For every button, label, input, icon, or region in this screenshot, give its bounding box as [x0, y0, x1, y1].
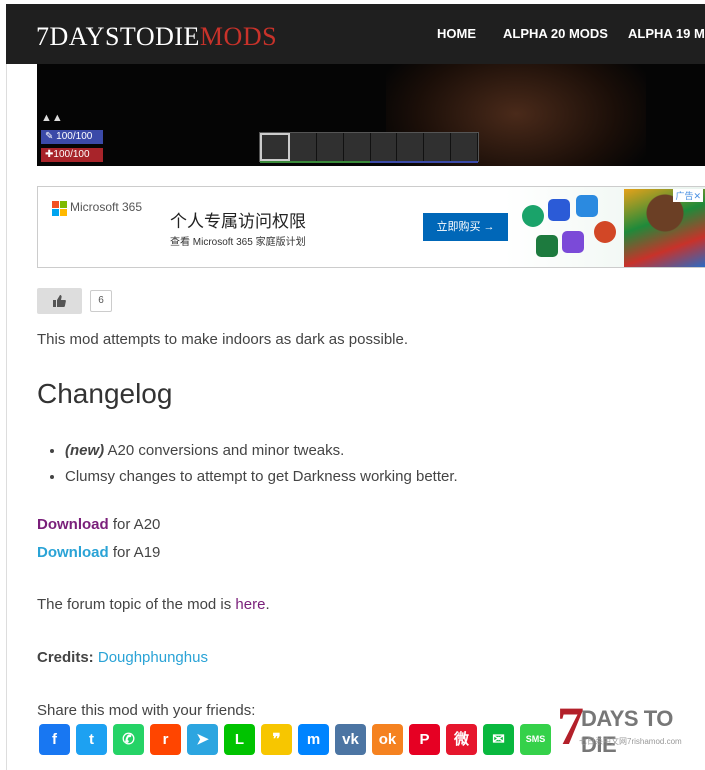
reddit-icon: r	[162, 731, 169, 748]
pinterest-icon: P	[419, 731, 430, 748]
share-whatsapp-button[interactable]: ✆	[113, 724, 144, 755]
share-weibo-button[interactable]: 微	[446, 724, 477, 755]
ad-buy-button[interactable]: 立即购买 →	[423, 213, 508, 241]
player-hud-icon: ▲▲	[41, 112, 63, 124]
ad-headline: 个人专属访问权限	[170, 212, 306, 231]
list-item: Clumsy changes to attempt to get Darknes…	[65, 468, 458, 485]
messenger-icon: m	[306, 731, 321, 748]
forum-text: The forum topic of the mod is	[37, 596, 236, 613]
twitter-icon: t	[89, 731, 94, 748]
mod-screenshot: ▲▲ ✎ 100/100 ✚100/100	[37, 64, 705, 166]
share-sms-button[interactable]: SMS	[520, 724, 551, 755]
hotbar-slot	[424, 133, 452, 161]
forum-link[interactable]: here	[235, 596, 265, 613]
ad-subline: 查看 Microsoft 365 家庭版计划	[170, 237, 306, 248]
share-twitter-button[interactable]: t	[76, 724, 107, 755]
line-icon: L	[234, 731, 245, 748]
list-item: (new) A20 conversions and minor tweaks.	[65, 442, 458, 459]
hotbar-slot	[343, 133, 371, 161]
download-a19-row: Download for A19	[37, 544, 160, 561]
facebook-icon: f	[52, 731, 57, 748]
ad-brand: Microsoft 365	[70, 200, 143, 214]
health-value: 100/100	[53, 149, 90, 160]
share-pinterest-button[interactable]: P	[409, 724, 440, 755]
hotbar	[259, 132, 479, 163]
hotbar-slot	[370, 133, 398, 161]
sms-icon: SMS	[525, 734, 546, 744]
hotbar-slot	[260, 133, 290, 161]
share-line-button[interactable]: L	[224, 724, 255, 755]
health-bar: ✚100/100	[41, 148, 103, 162]
download-a19-label: for A19	[108, 544, 161, 561]
vk-icon: vk	[342, 731, 359, 748]
mod-description: This mod attempts to make indoors as dar…	[37, 331, 409, 348]
hotbar-slot	[397, 133, 425, 161]
watermark-logo: 7 DAYS TO DIE 七日杀中文网7rishamod.com	[557, 696, 703, 757]
share-facebook-button[interactable]: f	[39, 724, 70, 755]
share-odnoklassniki-button[interactable]: ok	[372, 724, 403, 755]
changelog-list: (new) A20 conversions and minor tweaks. …	[65, 442, 458, 494]
nav-home[interactable]: HOME	[437, 26, 476, 41]
microsoft-logo-icon	[52, 201, 67, 216]
forum-end: .	[265, 596, 270, 613]
whatsapp-icon: ✆	[122, 731, 135, 748]
hotbar-slot	[451, 133, 478, 161]
telegram-icon: ➤	[196, 731, 209, 748]
forum-topic-row: The forum topic of the mod is here.	[37, 596, 270, 613]
changelog-item-text: Clumsy changes to attempt to get Darknes…	[65, 468, 458, 485]
advertisement-banner[interactable]: Microsoft 365 个人专属访问权限 查看 Microsoft 365 …	[37, 186, 705, 268]
like-count: 6	[90, 290, 112, 312]
share-kakaotalk-button[interactable]: ❞	[261, 724, 292, 755]
site-header: 7DAYSTODIEMODS HOME ALPHA 20 MODS ALPHA …	[6, 4, 705, 64]
download-a20-label: for A20	[108, 516, 161, 533]
logo-main: 7DAYSTODIE	[36, 22, 200, 51]
share-label: Share this mod with your friends:	[37, 702, 256, 719]
changelog-heading: Changelog	[37, 378, 173, 409]
watermark-subtitle: 七日杀中文网7rishamod.com	[579, 737, 682, 746]
download-a20-link[interactable]: Download	[37, 516, 109, 533]
watermark-seven: 7	[557, 696, 584, 756]
thumbs-up-icon	[53, 295, 66, 307]
changelog-item-text: A20 conversions and minor tweaks.	[104, 442, 345, 459]
hotbar-slot	[316, 133, 344, 161]
like-button[interactable]	[37, 288, 82, 314]
download-a19-link[interactable]: Download	[37, 544, 109, 561]
site-logo[interactable]: 7DAYSTODIEMODS	[36, 22, 277, 52]
credits-row: Credits: Doughphunghus	[37, 649, 208, 666]
share-wechat-button[interactable]: ✉	[483, 724, 514, 755]
hotbar-slot	[289, 133, 317, 161]
ad-close-icon[interactable]: 广告✕	[673, 189, 703, 202]
share-vk-button[interactable]: vk	[335, 724, 366, 755]
stamina-bar: ✎ 100/100	[41, 130, 103, 144]
credits-label: Credits:	[37, 649, 94, 666]
share-reddit-button[interactable]: r	[150, 724, 181, 755]
nav-alpha20-mods[interactable]: ALPHA 20 MODS	[503, 26, 608, 41]
nav-alpha19-mods[interactable]: ALPHA 19 MO	[628, 26, 705, 41]
share-buttons: f t ✆ r ➤ L ❞ m vk ok P 微 ✉ SMS	[39, 724, 551, 755]
odnoklassniki-icon: ok	[378, 731, 397, 748]
new-tag: (new)	[65, 442, 105, 459]
download-a20-row: Download for A20	[37, 516, 160, 533]
office-apps-icon	[518, 193, 638, 265]
share-telegram-button[interactable]: ➤	[187, 724, 218, 755]
page-content: ▲▲ ✎ 100/100 ✚100/100 Microsoft 365 个人专属…	[6, 64, 705, 770]
share-messenger-button[interactable]: m	[298, 724, 329, 755]
stamina-value: 100/100	[56, 131, 93, 142]
logo-accent: MODS	[199, 22, 278, 51]
weibo-icon: 微	[453, 731, 469, 748]
wechat-icon: ✉	[492, 731, 505, 748]
credits-author-link[interactable]: Doughphunghus	[98, 649, 208, 666]
watermark-title: DAYS TO DIE	[581, 706, 673, 757]
kakaotalk-icon: ❞	[272, 731, 281, 748]
